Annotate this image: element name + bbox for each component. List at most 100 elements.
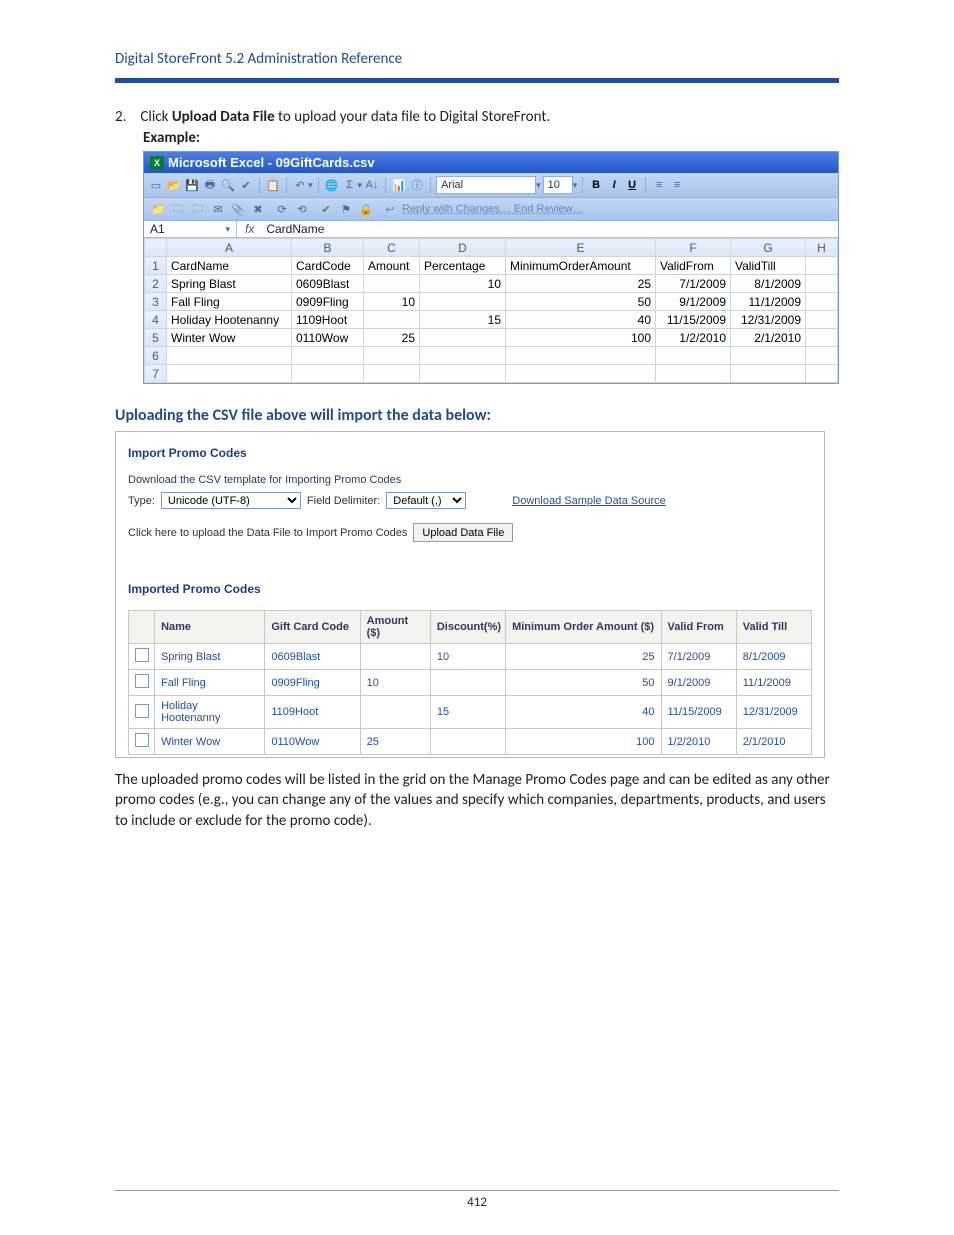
cell[interactable] — [506, 365, 656, 383]
row-number[interactable]: 3 — [145, 293, 167, 311]
print-icon[interactable]: 🖶 — [202, 177, 218, 193]
cell[interactable] — [656, 365, 731, 383]
font-size-select[interactable]: 10 — [543, 176, 573, 194]
row-number[interactable]: 1 — [145, 257, 167, 275]
cell[interactable]: 11/15/2009 — [656, 311, 731, 329]
cell[interactable]: 0609Blast — [292, 275, 364, 293]
row-number[interactable]: 6 — [145, 347, 167, 365]
cell[interactable]: 10 — [420, 275, 506, 293]
type-select[interactable]: Unicode (UTF-8) — [161, 492, 301, 509]
cell[interactable] — [364, 347, 420, 365]
cell[interactable]: 1109Hoot — [292, 311, 364, 329]
bold-icon[interactable]: B — [588, 177, 604, 193]
formula-value[interactable]: CardName — [262, 221, 328, 237]
review-links[interactable]: Reply with Changes… End Review… — [402, 203, 584, 215]
dropdown-icon[interactable]: ▾ — [225, 224, 230, 235]
dropdown-icon[interactable]: ▾ — [573, 180, 578, 191]
table-row[interactable]: 7 — [145, 365, 838, 383]
excel-grid[interactable]: ABCDEFGH 1CardNameCardCodeAmountPercenta… — [144, 238, 838, 383]
cell[interactable]: ValidTill — [731, 257, 806, 275]
cell[interactable]: Amount — [364, 257, 420, 275]
col-header[interactable]: C — [364, 239, 420, 257]
col-header[interactable]: D — [420, 239, 506, 257]
cell[interactable]: ValidFrom — [656, 257, 731, 275]
cell[interactable]: 2/1/2010 — [731, 329, 806, 347]
mail-icon[interactable]: ✉︎ — [210, 201, 226, 217]
spell-icon[interactable]: ✔︎ — [238, 177, 254, 193]
cell[interactable]: Fall Fling — [167, 293, 292, 311]
cell[interactable]: 7/1/2009 — [656, 275, 731, 293]
cell[interactable]: Percentage — [420, 257, 506, 275]
cell[interactable] — [292, 365, 364, 383]
cell[interactable] — [167, 347, 292, 365]
cell[interactable]: Spring Blast — [167, 275, 292, 293]
promo-row-checkbox[interactable] — [129, 670, 155, 696]
refresh-icon[interactable]: ⟳ — [274, 201, 290, 217]
cell[interactable] — [506, 347, 656, 365]
dropdown-icon[interactable]: ▾ — [536, 180, 541, 191]
lock-icon[interactable]: 🔒 — [358, 201, 374, 217]
save-icon[interactable]: 💾 — [184, 177, 200, 193]
reply-icon[interactable]: ↩︎ — [382, 201, 398, 217]
cell[interactable]: 10 — [364, 293, 420, 311]
row-number[interactable]: 2 — [145, 275, 167, 293]
preview-icon[interactable]: 🔍 — [220, 177, 236, 193]
promo-row-checkbox[interactable] — [129, 644, 155, 670]
download-sample-link[interactable]: Download Sample Data Source — [512, 495, 665, 507]
col-header[interactable]: G — [731, 239, 806, 257]
cell[interactable]: CardCode — [292, 257, 364, 275]
table-row[interactable]: 2Spring Blast0609Blast 10257/1/20098/1/20… — [145, 275, 838, 293]
cell[interactable] — [420, 347, 506, 365]
attach-icon[interactable]: 📎 — [230, 201, 246, 217]
fx-icon[interactable]: fx — [237, 222, 262, 236]
promo-row-checkbox[interactable] — [129, 729, 155, 755]
col-header[interactable]: H — [806, 239, 838, 257]
cell[interactable]: 100 — [506, 329, 656, 347]
cell[interactable]: 25 — [506, 275, 656, 293]
cell[interactable] — [806, 275, 838, 293]
flag-icon[interactable]: ⚑ — [338, 201, 354, 217]
col-header[interactable]: E — [506, 239, 656, 257]
cell[interactable] — [806, 257, 838, 275]
name-box[interactable]: A1 ▾ — [144, 221, 237, 237]
cell[interactable]: 0909Fling — [292, 293, 364, 311]
cell[interactable]: 9/1/2009 — [656, 293, 731, 311]
cell[interactable] — [731, 365, 806, 383]
open-icon[interactable]: 📂 — [166, 177, 182, 193]
upload-data-file-button[interactable]: Upload Data File — [413, 523, 513, 542]
dropdown-icon[interactable]: ▾ — [358, 180, 363, 191]
link-icon[interactable]: 🌐 — [324, 177, 340, 193]
refresh-icon[interactable]: ⟲ — [294, 201, 310, 217]
dropdown-icon[interactable]: ▾ — [308, 180, 313, 191]
copy-icon[interactable]: 📋 — [265, 177, 281, 193]
sum-icon[interactable]: Σ — [342, 177, 358, 193]
cell[interactable] — [806, 293, 838, 311]
chart-icon[interactable]: 📊 — [391, 177, 407, 193]
cell[interactable]: 15 — [420, 311, 506, 329]
cell[interactable]: MinimumOrderAmount — [506, 257, 656, 275]
cell[interactable] — [806, 329, 838, 347]
excel-toolbar-2[interactable]: 📁 🗀 🗀 ✉︎ 📎 ✖︎ ⟳ ⟲ ✔︎ ⚑ 🔒 ↩︎ Reply with C… — [144, 198, 838, 221]
font-name-select[interactable]: Arial — [436, 176, 536, 194]
promo-row-checkbox[interactable] — [129, 696, 155, 729]
excel-formula-bar[interactable]: A1 ▾ fx CardName — [144, 221, 838, 238]
table-row[interactable]: 6 — [145, 347, 838, 365]
cell[interactable]: 11/1/2009 — [731, 293, 806, 311]
italic-icon[interactable]: I — [606, 177, 622, 193]
row-number[interactable]: 4 — [145, 311, 167, 329]
corner-cell[interactable] — [145, 239, 167, 257]
table-row[interactable]: 3Fall Fling0909Fling10509/1/200911/1/200… — [145, 293, 838, 311]
sort-icon[interactable]: A↓ — [364, 177, 380, 193]
cell[interactable]: Winter Wow — [167, 329, 292, 347]
row-number[interactable]: 5 — [145, 329, 167, 347]
col-header[interactable]: A — [167, 239, 292, 257]
cell[interactable] — [806, 347, 838, 365]
check-icon[interactable]: ✔︎ — [318, 201, 334, 217]
cell[interactable]: 12/31/2009 — [731, 311, 806, 329]
cell[interactable] — [806, 311, 838, 329]
table-row[interactable]: 4Holiday Hootenanny1109Hoot154011/15/200… — [145, 311, 838, 329]
cell[interactable] — [731, 347, 806, 365]
cell[interactable] — [656, 347, 731, 365]
cell[interactable]: 8/1/2009 — [731, 275, 806, 293]
new-icon[interactable]: ▭ — [148, 177, 164, 193]
